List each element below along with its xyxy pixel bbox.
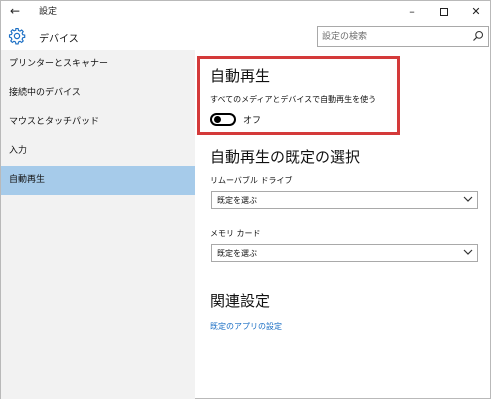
- memory-card-label: メモリ カード: [210, 229, 261, 238]
- sidebar-item-connected-devices[interactable]: 接続中のデバイス: [1, 79, 195, 108]
- search-box[interactable]: [317, 26, 489, 47]
- defaults-title: 自動再生の既定の選択: [210, 148, 361, 166]
- sidebar-item-autoplay[interactable]: 自動再生: [1, 166, 195, 195]
- chevron-down-icon: [463, 249, 473, 255]
- settings-window: ← 設定 – ✕ デバイス プリンターとスキャナー 接続中のデバイス マウスとタ…: [0, 0, 491, 399]
- memory-card-value: 既定を選ぶ: [217, 249, 257, 258]
- page-header: デバイス: [1, 22, 490, 50]
- sidebar: プリンターとスキャナー 接続中のデバイス マウスとタッチパッド 入力 自動再生: [1, 50, 195, 399]
- related-settings-title: 関連設定: [210, 292, 271, 310]
- back-button[interactable]: ←: [5, 3, 25, 19]
- memory-card-dropdown[interactable]: 既定を選ぶ: [211, 244, 478, 262]
- window-title: 設定: [39, 7, 58, 17]
- removable-drive-label: リムーバブル ドライブ: [210, 176, 293, 185]
- page-title: デバイス: [39, 34, 79, 45]
- maximize-icon: [440, 8, 448, 16]
- sidebar-item-mouse-touchpad[interactable]: マウスとタッチパッド: [1, 108, 195, 137]
- search-input[interactable]: [322, 29, 462, 44]
- sidebar-item-input[interactable]: 入力: [1, 137, 195, 166]
- close-button[interactable]: ✕: [461, 1, 491, 22]
- removable-drive-value: 既定を選ぶ: [217, 196, 257, 205]
- chevron-down-icon: [463, 196, 473, 202]
- highlight-annotation: [197, 56, 400, 135]
- title-bar: ← 設定 – ✕: [1, 1, 490, 22]
- sidebar-item-printers[interactable]: プリンターとスキャナー: [1, 50, 195, 79]
- maximize-button[interactable]: [429, 1, 459, 22]
- gear-icon: [8, 27, 26, 45]
- default-apps-link[interactable]: 既定のアプリの設定: [210, 321, 282, 332]
- minimize-button[interactable]: –: [397, 1, 427, 22]
- removable-drive-dropdown[interactable]: 既定を選ぶ: [211, 191, 478, 209]
- search-icon[interactable]: [472, 30, 484, 42]
